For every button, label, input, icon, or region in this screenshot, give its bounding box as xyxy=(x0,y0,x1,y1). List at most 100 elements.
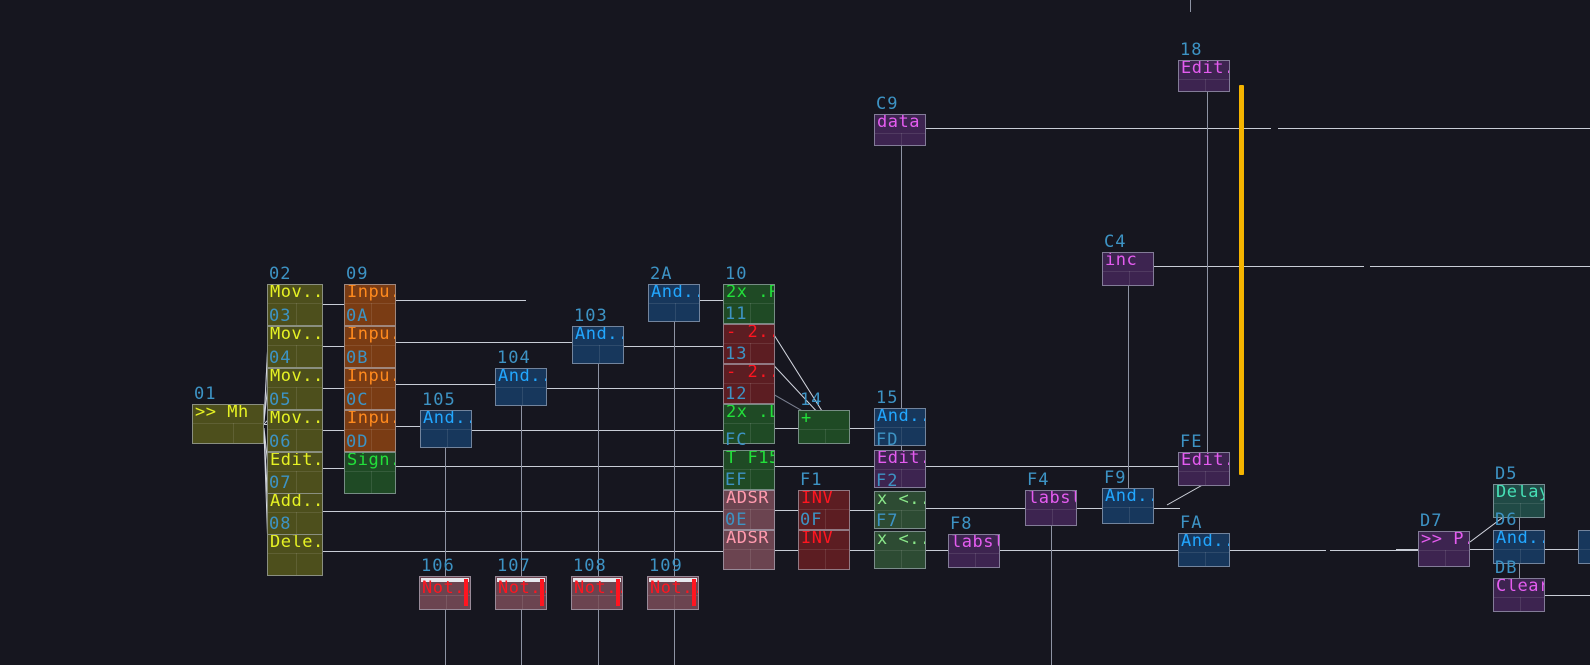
graph-node[interactable]: Sign.t xyxy=(344,452,396,494)
graph-node[interactable]: data xyxy=(874,114,926,146)
node-split xyxy=(296,471,297,493)
node-label: And..r xyxy=(1181,533,1229,551)
node-split xyxy=(825,549,826,569)
node-id-label: D7 xyxy=(1420,511,1443,531)
node-label: Edit.e xyxy=(877,450,925,468)
node-divider xyxy=(268,429,322,430)
node-label: Clear l xyxy=(1496,578,1545,596)
graph-node[interactable]: labsl xyxy=(1025,490,1077,526)
graph-node[interactable]: And..r xyxy=(648,284,700,322)
graph-node[interactable]: And..r xyxy=(420,410,472,448)
node-split xyxy=(296,512,297,534)
node-label: And..r xyxy=(575,326,623,344)
graph-node[interactable] xyxy=(1578,530,1590,564)
node-id-label: 03 xyxy=(269,306,292,326)
node-divider xyxy=(1026,509,1076,510)
graph-node[interactable]: Not..e xyxy=(419,576,471,610)
graph-node[interactable]: labsl xyxy=(948,534,1000,568)
graph-node[interactable]: + xyxy=(798,410,850,444)
graph-node[interactable]: Dele.e xyxy=(267,534,323,576)
selection-marker[interactable] xyxy=(1239,85,1244,475)
node-split xyxy=(1205,552,1206,566)
node-label: Edit.e xyxy=(1181,452,1229,470)
node-divider xyxy=(496,595,546,596)
graph-node[interactable]: INV xyxy=(798,530,850,570)
wire-h xyxy=(1330,550,1420,551)
node-label: Mov..t xyxy=(270,410,323,428)
node-label: ADSR xyxy=(726,490,769,508)
node-label: And..r xyxy=(877,408,925,426)
wire-h xyxy=(323,430,345,431)
graph-node[interactable]: And..r xyxy=(1178,533,1230,567)
node-divider xyxy=(345,429,395,430)
node-id-label: F4 xyxy=(1027,470,1050,490)
node-id-label: 08 xyxy=(269,514,292,534)
graph-node[interactable]: Clear l xyxy=(1493,578,1545,612)
node-id-label: F8 xyxy=(950,514,973,534)
node-divider xyxy=(345,387,395,388)
node-split xyxy=(599,345,600,363)
node-id-label: 14 xyxy=(800,390,823,410)
wire-h xyxy=(472,430,728,431)
node-id-label: DB xyxy=(1495,558,1518,578)
node-id-label: FE xyxy=(1180,432,1203,452)
graph-node[interactable]: ADSR xyxy=(723,530,775,570)
node-divider xyxy=(193,423,263,424)
node-split xyxy=(1520,549,1521,563)
node-id-label: 0C xyxy=(346,390,369,410)
node-label: Mov..n xyxy=(270,326,323,344)
node-label: Edit.e xyxy=(1181,60,1229,78)
wire-h xyxy=(926,466,1181,467)
node-graph-canvas[interactable]: 01>> Mh02Mov..p03Mov..n04Mov..t05Mov..t0… xyxy=(0,0,1590,665)
wire-h xyxy=(1370,266,1590,267)
graph-node[interactable]: And..r xyxy=(1102,488,1154,524)
node-split xyxy=(901,510,902,528)
graph-node[interactable]: Edit.e xyxy=(1178,60,1230,92)
node-label: ADSR xyxy=(726,530,769,548)
wire-h xyxy=(775,428,799,429)
node-split xyxy=(975,553,976,567)
node-id-label: FD xyxy=(876,430,899,450)
node-divider xyxy=(724,423,774,424)
wire-h xyxy=(323,511,727,512)
graph-node[interactable]: >> P.p xyxy=(1418,531,1470,567)
wire-h xyxy=(850,428,875,429)
node-id-label: 0E xyxy=(725,510,748,530)
graph-node[interactable]: And..r xyxy=(495,368,547,406)
node-divider xyxy=(799,549,849,550)
graph-node[interactable]: And..r xyxy=(572,326,624,364)
node-split xyxy=(296,345,297,367)
node-split xyxy=(233,423,234,443)
node-id-label: 0B xyxy=(346,348,369,368)
graph-node[interactable]: Not..e xyxy=(495,576,547,610)
graph-node[interactable]: Not..e xyxy=(571,576,623,610)
graph-node[interactable]: >> Mh xyxy=(192,404,264,444)
node-label: + xyxy=(801,410,812,428)
node-divider xyxy=(724,549,774,550)
node-split xyxy=(1129,507,1130,523)
node-label: Edit.e xyxy=(270,452,323,470)
node-split xyxy=(674,595,675,609)
node-label: 2x .R xyxy=(726,284,775,302)
node-split xyxy=(750,469,751,489)
node-divider xyxy=(1179,552,1229,553)
graph-node[interactable]: x <..0 xyxy=(874,531,926,569)
wire-h xyxy=(926,128,1271,129)
graph-node[interactable]: Not..e xyxy=(647,576,699,610)
node-label: 2x .L xyxy=(726,404,775,422)
node-id-label: 108 xyxy=(573,556,607,576)
node-label: Add..e xyxy=(270,493,323,511)
node-split xyxy=(825,509,826,529)
node-split xyxy=(1520,597,1521,611)
graph-node[interactable]: inc xyxy=(1102,252,1154,286)
wire-v xyxy=(1190,0,1191,12)
node-id-label: 0A xyxy=(346,306,369,326)
wire-h xyxy=(926,508,1026,509)
wire-v xyxy=(1207,92,1208,462)
graph-node[interactable]: Edit.e xyxy=(1178,452,1230,486)
node-divider xyxy=(1103,271,1153,272)
node-split xyxy=(825,429,826,443)
node-label: T F15 xyxy=(726,450,775,468)
connection-fan xyxy=(263,299,1541,550)
node-split xyxy=(371,471,372,493)
